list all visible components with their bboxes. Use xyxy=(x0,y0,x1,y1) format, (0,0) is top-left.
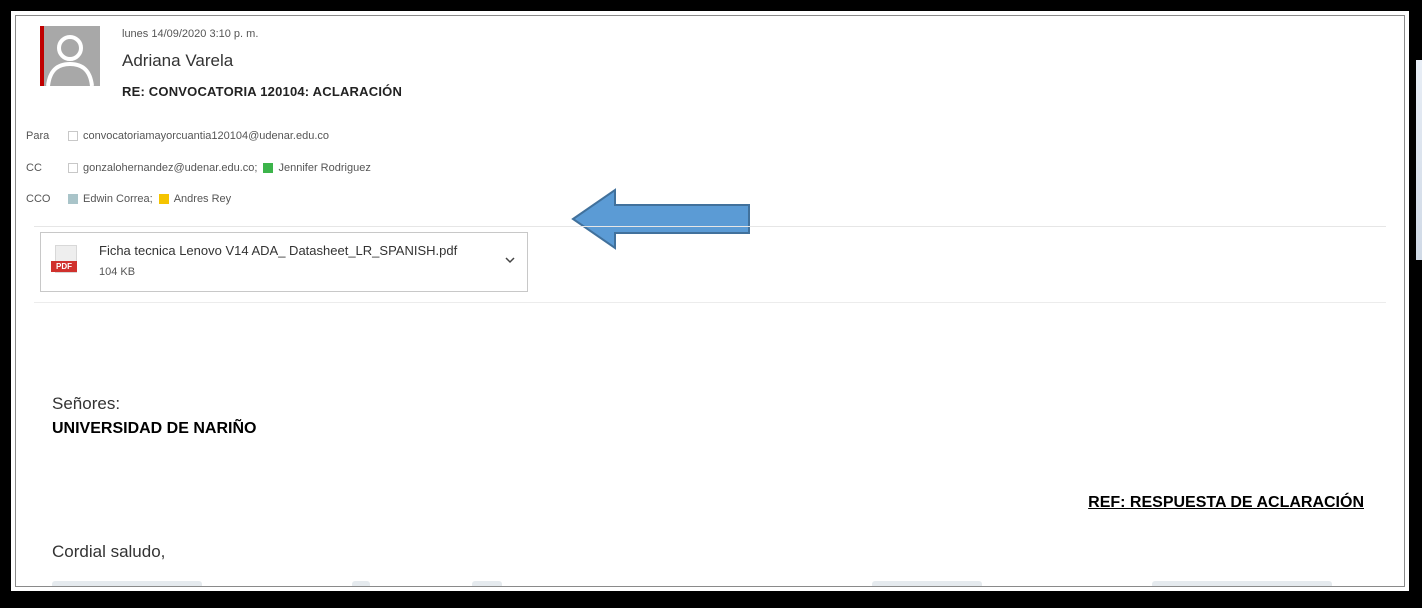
cc-row: CC gonzalohernandez@udenar.edu.co; Jenni… xyxy=(26,162,371,174)
cut-off-text-line xyxy=(52,578,1372,586)
cc-label: CC xyxy=(26,162,42,174)
recipient-checkbox[interactable] xyxy=(68,131,78,141)
attachment-card[interactable]: PDF Ficha tecnica Lenovo V14 ADA_ Datash… xyxy=(40,232,528,292)
person-silhouette-icon xyxy=(46,35,94,86)
attachment-size: 104 KB xyxy=(99,266,136,278)
email-subject: RE: CONVOCATORIA 120104: ACLARACIÓN xyxy=(122,84,403,99)
contact-status-icon xyxy=(158,194,169,204)
screenshot-frame: lunes 14/09/2020 3:10 p. m. Adriana Vare… xyxy=(8,8,1412,594)
body-divider xyxy=(34,302,1386,303)
body-organization: UNIVERSIDAD DE NARIÑO xyxy=(52,420,257,437)
chevron-down-icon[interactable] xyxy=(503,253,517,267)
attachment-filename[interactable]: Ficha tecnica Lenovo V14 ADA_ Datasheet_… xyxy=(99,243,457,258)
contact-status-icon xyxy=(68,194,78,204)
bcc-recipient[interactable]: Andres Rey xyxy=(174,193,231,205)
to-label: Para xyxy=(26,130,50,142)
recipient-checkbox[interactable] xyxy=(68,163,78,173)
to-recipient[interactable]: convocatoriamayorcuantia120104@udenar.ed… xyxy=(83,130,329,142)
body-reference: REF: RESPUESTA DE ACLARACIÓN xyxy=(1088,494,1364,511)
header-divider xyxy=(34,226,1386,227)
sender-avatar[interactable] xyxy=(40,26,100,86)
email-reading-pane: lunes 14/09/2020 3:10 p. m. Adriana Vare… xyxy=(15,15,1405,587)
sender-name[interactable]: Adriana Varela xyxy=(122,51,233,71)
email-date: lunes 14/09/2020 3:10 p. m. xyxy=(122,28,259,40)
cc-recipient[interactable]: Jennifer Rodriguez xyxy=(278,162,370,174)
bcc-row: CCO Edwin Correa; Andres Rey xyxy=(26,193,231,205)
window-edge xyxy=(1416,60,1422,260)
body-salutation: Cordial saludo, xyxy=(52,542,166,561)
left-arrow-icon xyxy=(571,188,750,250)
to-row: Para convocatoriamayorcuantia120104@uden… xyxy=(26,130,329,142)
bcc-label: CCO xyxy=(26,193,51,205)
body-greeting: Señores: xyxy=(52,394,121,413)
cc-recipient[interactable]: gonzalohernandez@udenar.edu.co; xyxy=(83,162,257,174)
contact-status-icon xyxy=(263,163,274,173)
pdf-tag: PDF xyxy=(51,261,77,272)
bcc-recipient[interactable]: Edwin Correa; xyxy=(83,193,153,205)
